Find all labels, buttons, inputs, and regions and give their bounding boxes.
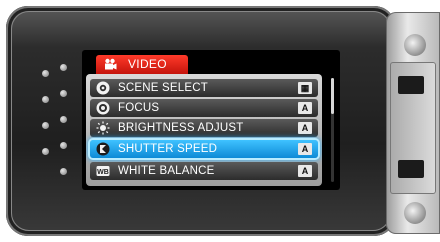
shutter-speed-icon bbox=[96, 142, 110, 156]
setting-badge: A bbox=[298, 143, 312, 155]
menu-title: VIDEO bbox=[128, 57, 167, 71]
bezel-dot bbox=[60, 116, 67, 123]
scrollbar[interactable] bbox=[331, 78, 334, 182]
white-balance-icon-text: WB bbox=[97, 169, 109, 176]
menu-item-label: FOCUS bbox=[118, 102, 160, 114]
menu-item-label: WHITE BALANCE bbox=[118, 165, 215, 177]
hinge-screw-bottom bbox=[404, 202, 426, 224]
bezel-dot bbox=[42, 122, 49, 129]
hinge-clip-bottom bbox=[398, 160, 424, 178]
scrollbar-thumb[interactable] bbox=[331, 78, 334, 114]
hinge-inset bbox=[390, 62, 436, 194]
menu-item-white-balance[interactable]: WB WHITE BALANCE A bbox=[90, 162, 318, 180]
menu-item-brightness-adjust[interactable]: BRIGHTNESS ADJUST A bbox=[90, 119, 318, 137]
scene-select-icon bbox=[96, 81, 110, 95]
setting-badge: A bbox=[298, 102, 312, 114]
bezel-dot bbox=[60, 168, 67, 175]
brightness-icon bbox=[96, 121, 110, 135]
menu-item-focus[interactable]: FOCUS A bbox=[90, 99, 318, 117]
menu-item-label: SHUTTER SPEED bbox=[118, 143, 218, 155]
focus-icon bbox=[96, 101, 110, 115]
menu-item-shutter-speed[interactable]: SHUTTER SPEED A bbox=[90, 140, 318, 158]
side-hinge-panel bbox=[386, 12, 440, 234]
bezel-dot bbox=[42, 70, 49, 77]
white-balance-icon: WB bbox=[96, 166, 110, 176]
camera-body: VIDEO SCENE SELECT ▦ FOCUS A BRIGHTNESS … bbox=[6, 6, 396, 236]
menu-item-scene-select[interactable]: SCENE SELECT ▦ bbox=[90, 79, 318, 97]
hinge-screw-top bbox=[404, 34, 426, 56]
lcd-screen: VIDEO SCENE SELECT ▦ FOCUS A BRIGHTNESS … bbox=[82, 50, 340, 190]
bezel-dot bbox=[60, 90, 67, 97]
bezel-dot bbox=[42, 96, 49, 103]
setting-badge: ▦ bbox=[298, 82, 312, 94]
menu-item-label: BRIGHTNESS ADJUST bbox=[118, 122, 244, 134]
video-camera-icon bbox=[105, 58, 117, 70]
menu-item-label: SCENE SELECT bbox=[118, 82, 208, 94]
bezel-dot bbox=[42, 148, 49, 155]
setting-badge: A bbox=[298, 122, 312, 134]
menu-list: SCENE SELECT ▦ FOCUS A BRIGHTNESS ADJUST… bbox=[86, 74, 322, 186]
bezel-dot bbox=[60, 142, 67, 149]
menu-tab-video[interactable]: VIDEO bbox=[96, 55, 188, 74]
bezel-dot bbox=[60, 64, 67, 71]
hinge-clip-top bbox=[398, 76, 424, 94]
setting-badge: A bbox=[298, 165, 312, 177]
